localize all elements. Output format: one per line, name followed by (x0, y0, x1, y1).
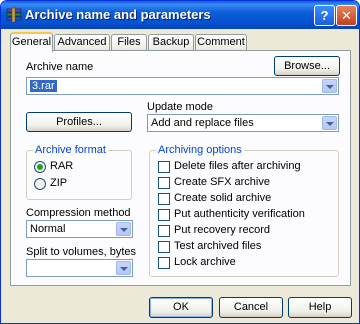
tab-backup[interactable]: Backup (148, 34, 194, 51)
test-archived-checkbox[interactable] (158, 241, 170, 253)
archiving-options-group: Archiving options Delete files after arc… (149, 144, 339, 277)
chevron-down-icon[interactable] (322, 116, 337, 130)
recovery-record-label[interactable]: Put recovery record (174, 224, 270, 236)
browse-button[interactable]: Browse... (274, 56, 340, 76)
ok-button[interactable]: OK (149, 297, 213, 318)
tab-files[interactable]: Files (111, 34, 147, 51)
chevron-down-icon[interactable] (116, 261, 131, 275)
archiving-options-title: Archiving options (156, 144, 244, 156)
create-sfx-label[interactable]: Create SFX archive (174, 176, 270, 188)
archive-format-title: Archive format (33, 144, 108, 156)
compression-method-select[interactable]: Normal (26, 220, 133, 238)
split-volumes-select[interactable] (26, 259, 133, 277)
title-bar[interactable]: Archive name and parameters ? ✕ (1, 1, 359, 29)
delete-files-checkbox[interactable] (158, 161, 170, 173)
tab-general[interactable]: General (10, 32, 53, 52)
close-button[interactable]: ✕ (336, 5, 357, 26)
lock-archive-checkbox[interactable] (158, 257, 170, 269)
archive-name-combo[interactable]: 3.rar (26, 77, 339, 95)
update-mode-value: Add and replace files (151, 117, 254, 129)
rar-label[interactable]: RAR (50, 160, 73, 172)
general-tab-panel: Archive name Browse... 3.rar Update mode… (10, 50, 351, 286)
archive-format-group: Archive format RAR ZIP (26, 144, 132, 200)
update-mode-label: Update mode (147, 101, 214, 113)
tab-advanced[interactable]: Advanced (54, 34, 110, 51)
create-solid-checkbox[interactable] (158, 193, 170, 205)
chevron-down-icon[interactable] (322, 79, 337, 93)
zip-label[interactable]: ZIP (50, 177, 67, 189)
split-volumes-label: Split to volumes, bytes (26, 246, 137, 258)
authenticity-label[interactable]: Put authenticity verification (174, 208, 305, 220)
zip-radio[interactable] (34, 178, 46, 190)
create-solid-label[interactable]: Create solid archive (174, 192, 271, 204)
archive-dialog: Archive name and parameters ? ✕ General … (0, 0, 360, 324)
compression-method-label: Compression method (26, 207, 131, 219)
archive-name-label: Archive name (26, 61, 94, 73)
profiles-button[interactable]: Profiles... (26, 112, 132, 132)
help-button[interactable]: Help (288, 297, 352, 318)
update-mode-select[interactable]: Add and replace files (147, 114, 339, 132)
archive-name-value: 3.rar (30, 80, 57, 92)
cancel-button[interactable]: Cancel (219, 297, 283, 318)
create-sfx-checkbox[interactable] (158, 177, 170, 189)
title-help-button[interactable]: ? (314, 5, 335, 26)
authenticity-checkbox[interactable] (158, 209, 170, 221)
chevron-down-icon[interactable] (116, 222, 131, 236)
compression-method-value: Normal (30, 223, 66, 235)
window-title: Archive name and parameters (25, 7, 211, 22)
rar-radio[interactable] (34, 161, 46, 173)
test-archived-label[interactable]: Test archived files (174, 240, 261, 252)
winrar-books-icon (6, 7, 22, 23)
delete-files-label[interactable]: Delete files after archiving (174, 160, 301, 172)
recovery-record-checkbox[interactable] (158, 225, 170, 237)
tab-comment[interactable]: Comment (195, 34, 247, 51)
lock-archive-label[interactable]: Lock archive (174, 256, 236, 268)
